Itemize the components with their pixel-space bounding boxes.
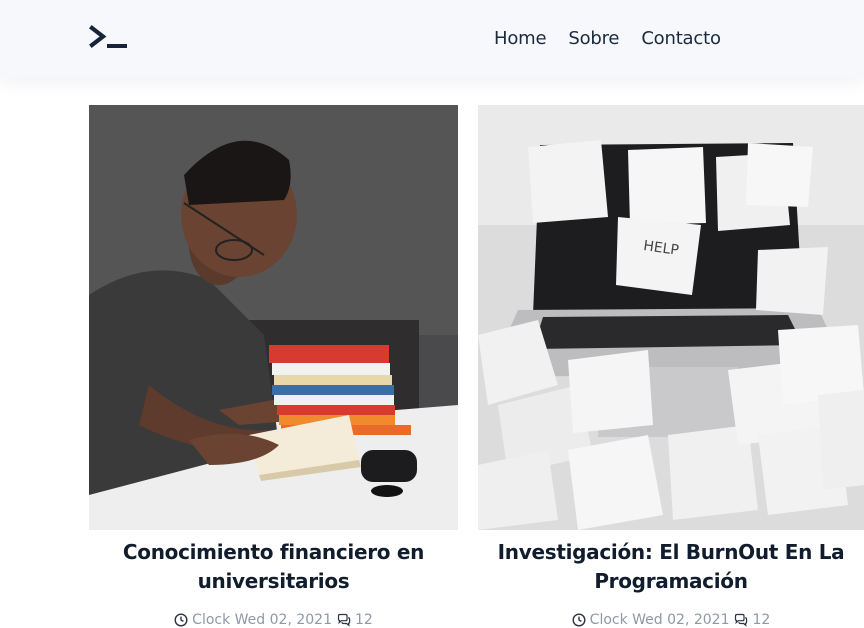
comment-count: 12: [354, 612, 373, 628]
post-meta: Clock Wed 02, 2021 12: [478, 612, 864, 628]
clock-icon: [572, 613, 586, 627]
post-title-line: universitarios: [197, 569, 350, 593]
post-meta: Clock Wed 02, 2021 12: [89, 612, 458, 628]
post-title-line: Conocimiento financiero en: [122, 540, 425, 564]
post-title-line: Programación: [594, 569, 748, 593]
nav-link-sobre[interactable]: Sobre: [568, 26, 619, 52]
post-card: HELP Investigación: El BurnOut En La Pro…: [478, 105, 864, 628]
comment-count: 12: [752, 612, 771, 628]
comments-icon: [337, 613, 351, 627]
main-nav: Home Sobre Contacto: [494, 26, 721, 52]
post-title[interactable]: Conocimiento financiero en universitario…: [89, 538, 458, 596]
post-date: Clock Wed 02, 2021: [192, 612, 332, 628]
comments-icon: [734, 613, 748, 627]
post-image-man-reading[interactable]: [89, 105, 458, 530]
terminal-logo-icon[interactable]: [89, 25, 129, 51]
post-title[interactable]: Investigación: El BurnOut En La Programa…: [478, 538, 864, 596]
navbar: Home Sobre Contacto: [0, 0, 864, 77]
post-image-laptop-sticky-notes[interactable]: HELP: [478, 105, 864, 530]
post-title-line: Investigación: El BurnOut En La: [497, 540, 845, 564]
nav-link-home[interactable]: Home: [494, 26, 547, 52]
clock-icon: [174, 613, 188, 627]
nav-link-contacto[interactable]: Contacto: [641, 26, 721, 52]
post-card: Conocimiento financiero en universitario…: [89, 105, 458, 628]
post-date: Clock Wed 02, 2021: [589, 612, 730, 628]
